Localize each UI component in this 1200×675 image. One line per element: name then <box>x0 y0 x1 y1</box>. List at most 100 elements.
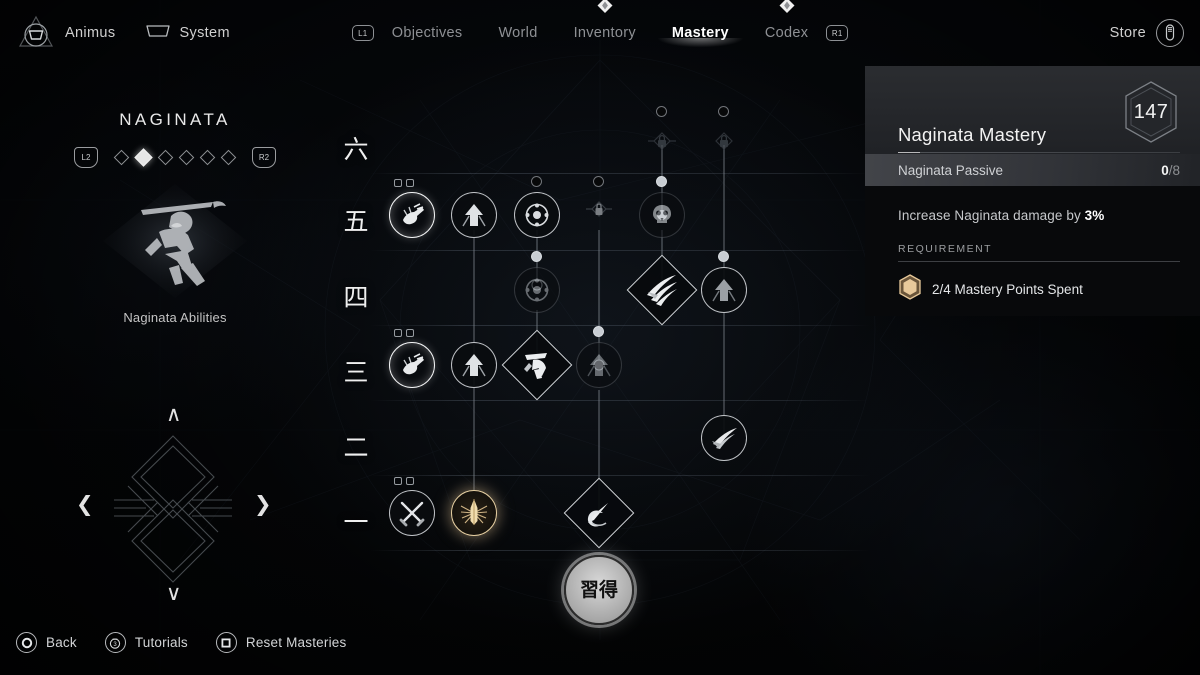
tab-objectives[interactable]: Objectives <box>374 10 481 56</box>
crossed-swords-icon <box>389 490 435 536</box>
notification-diamond-icon <box>597 0 613 13</box>
detail-subtitle: Naginata Passive <box>898 162 1004 178</box>
store-button[interactable]: Store <box>1110 0 1184 66</box>
chevron-up-icon[interactable]: ∧ <box>166 404 181 425</box>
rank-pip <box>394 179 402 187</box>
locked-node-icon <box>581 197 617 233</box>
chevron-down-icon[interactable]: ∨ <box>166 583 181 604</box>
node-t4-c6[interactable] <box>701 251 747 313</box>
mastery-root-node[interactable]: 習得 <box>564 555 634 625</box>
node-t3-c1[interactable] <box>389 329 435 388</box>
node-t5-c4[interactable] <box>576 176 622 238</box>
tab-codex[interactable]: Codex <box>747 0 826 56</box>
rank-pip <box>406 179 414 187</box>
tutorials-button[interactable]: 3 Tutorials <box>104 632 188 653</box>
rank-pips <box>394 477 414 485</box>
rank-pip <box>394 329 402 337</box>
node-t5-c1[interactable] <box>389 179 435 238</box>
mastery-points-badge: 147 <box>1122 80 1180 144</box>
tree-navigation-compass: ∧ ∨ ❮ ❯ <box>62 398 284 620</box>
rank-pip <box>406 477 414 485</box>
naginata-sweep-icon <box>501 329 573 401</box>
detail-title: Naginata Mastery <box>898 124 1047 145</box>
requirement-row: 2/4 Mastery Points Spent <box>898 274 1180 305</box>
tab-label: Mastery <box>671 25 729 41</box>
node-t4-c3[interactable] <box>514 251 560 313</box>
samurai-naginata-silhouette <box>85 176 265 306</box>
reset-masteries-button[interactable]: Reset Masteries <box>215 632 347 653</box>
mastery-points-value: 147 <box>1133 100 1169 123</box>
rank-pips <box>394 179 414 187</box>
rank-current: 0 <box>1161 162 1169 178</box>
tutorials-label: Tutorials <box>134 635 188 650</box>
tab-inventory[interactable]: Inventory <box>556 0 654 56</box>
requirement-divider <box>898 261 1180 262</box>
golden-blade-icon <box>451 490 497 536</box>
weapon-pager-dots <box>113 148 237 167</box>
node-t1-c4[interactable] <box>563 477 635 549</box>
arrow-up-icon <box>701 267 747 313</box>
tab-label: Inventory <box>573 25 636 41</box>
wheel-icon <box>514 192 560 238</box>
skull-icon <box>639 192 685 238</box>
rank-pips <box>394 329 414 337</box>
node-socket-filled <box>531 251 542 262</box>
node-t2-c6[interactable] <box>701 415 747 461</box>
store-token-icon <box>1156 19 1184 47</box>
locked-node-icon <box>644 129 680 165</box>
wheel-icon <box>514 267 560 313</box>
back-label: Back <box>46 635 77 650</box>
store-label: Store <box>1109 25 1146 41</box>
locked-node-icon <box>706 129 742 165</box>
notification-diamond-icon <box>779 0 795 13</box>
r1-bumper-hint[interactable]: R1 <box>826 25 849 41</box>
node-socket <box>531 176 542 187</box>
node-socket <box>718 106 729 117</box>
node-t3-c3[interactable] <box>501 329 573 401</box>
r2-trigger-hint[interactable]: R2 <box>252 147 276 168</box>
pager-dot[interactable] <box>199 149 216 166</box>
pager-dot[interactable] <box>220 149 237 166</box>
pager-dot[interactable] <box>157 149 174 166</box>
detail-panel-body: Increase Naginata damage by 3% REQUIREME… <box>865 186 1200 316</box>
l2-trigger-hint[interactable]: L2 <box>74 147 98 168</box>
mastery-detail-panel: 147 Naginata Mastery Naginata Passive 0/… <box>865 66 1200 316</box>
node-t4-c5[interactable] <box>626 254 698 326</box>
node-socket-filled <box>718 251 729 262</box>
detail-subtitle-row: Naginata Passive 0/8 <box>865 154 1200 186</box>
node-t5-c5[interactable] <box>639 176 685 238</box>
tab-world[interactable]: World <box>480 10 555 56</box>
mastery-skill-tree: 六 五 四 三 二 一 習得 <box>330 70 870 650</box>
chevron-left-icon[interactable]: ❮ <box>76 494 94 515</box>
arrow-up-icon <box>451 192 497 238</box>
node-t1-c1[interactable] <box>389 477 435 536</box>
weapon-title: NAGINATA <box>119 110 231 129</box>
chevron-right-icon[interactable]: ❯ <box>254 494 272 515</box>
hand-grip-icon <box>389 342 435 388</box>
node-t1-c2[interactable] <box>451 490 497 536</box>
detail-description: Increase Naginata damage by 3% <box>898 208 1180 223</box>
gold-hexagon-icon <box>898 274 922 305</box>
rank-pip <box>406 329 414 337</box>
node-t6-c6[interactable] <box>699 106 749 172</box>
pager-dot-selected[interactable] <box>134 148 153 167</box>
blade-slash-icon <box>701 415 747 461</box>
node-t3-c2[interactable] <box>451 342 497 388</box>
node-t5-c3[interactable] <box>514 176 560 238</box>
description-value: 3% <box>1084 208 1105 223</box>
back-button[interactable]: Back <box>16 632 77 653</box>
tab-mastery[interactable]: Mastery <box>654 10 747 56</box>
pager-dot[interactable] <box>113 149 130 166</box>
pager-dot[interactable] <box>178 149 195 166</box>
arrow-up-icon <box>451 342 497 388</box>
node-socket <box>656 106 667 117</box>
tab-label: Codex <box>764 25 809 41</box>
node-socket-filled <box>593 326 604 337</box>
l1-bumper-hint[interactable]: L1 <box>351 25 374 41</box>
node-t6-c5[interactable] <box>637 106 687 172</box>
detail-panel-header: 147 Naginata Mastery Naginata Passive 0/… <box>865 66 1200 186</box>
requirement-label: REQUIREMENT <box>898 243 993 255</box>
weapon-selection-panel: NAGINATA L2 R2 Naginata Abilities <box>0 110 350 410</box>
node-t5-c2[interactable] <box>451 192 497 238</box>
node-t3-c4[interactable] <box>576 326 622 388</box>
